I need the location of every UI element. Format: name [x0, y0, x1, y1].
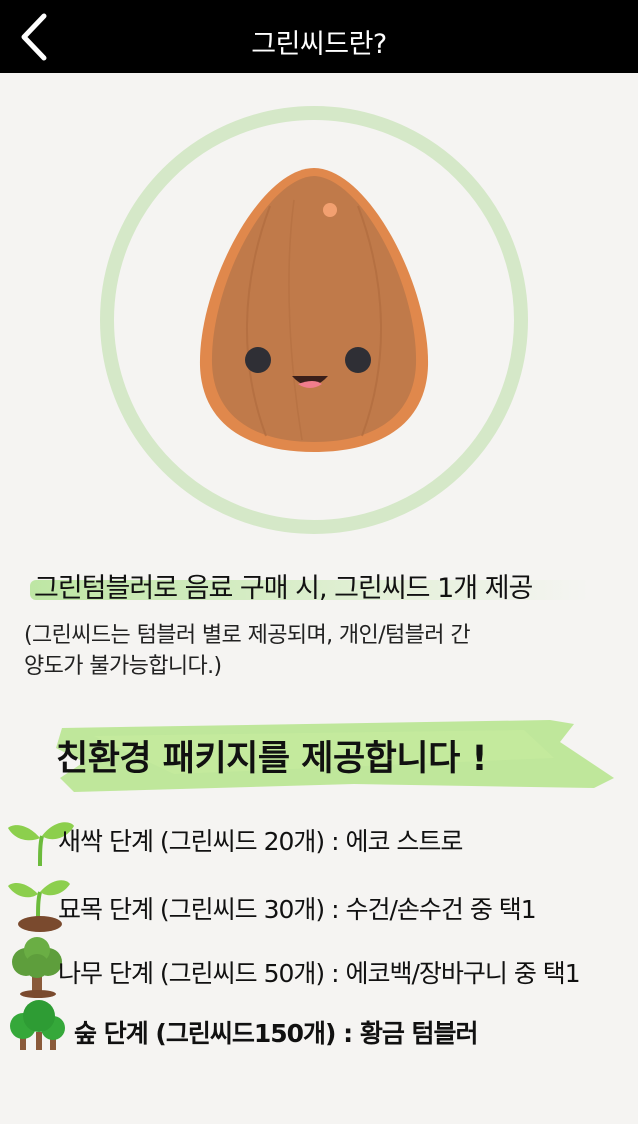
seed-illustration — [90, 96, 538, 544]
tier-label: 숲 단계 (그린씨드150개) : 황금 텀블러 — [74, 1019, 479, 1048]
page-title: 그린씨드란? — [251, 29, 387, 60]
forest-icon — [10, 1000, 65, 1050]
subtext-line: (그린씨드는 텀블러 별로 제공되며, 개인/텀블러 간 — [24, 623, 471, 648]
app-header: 그린씨드란? — [0, 0, 638, 73]
list-item: 새싹 단계 (그린씨드 20개) : 에코 스트로 — [0, 808, 638, 872]
package-section: 친환경 패키지를 제공합니다 ! — [28, 712, 628, 802]
headline-section: 그린텀블러로 음료 구매 시, 그린씨드 1개 제공 — [22, 566, 590, 605]
subtext: (그린씨드는 텀블러 별로 제공되며, 개인/텀블러 간 양도가 불가능합니다.… — [24, 620, 584, 682]
tier-label: 묘목 단계 (그린씨드 30개) : 수건/손수건 중 택1 — [58, 895, 537, 924]
tier-label: 나무 단계 (그린씨드 50개) : 에코백/장바구니 중 택1 — [58, 959, 581, 988]
subtext-line: 양도가 불가능합니다.) — [24, 654, 222, 679]
tier-label: 새싹 단계 (그린씨드 20개) : 에코 스트로 — [58, 827, 463, 856]
list-item: 나무 단계 (그린씨드 50개) : 에코백/장바구니 중 택1 — [0, 936, 638, 1000]
package-title: 친환경 패키지를 제공합니다 ! — [56, 739, 487, 779]
list-item: 숲 단계 (그린씨드150개) : 황금 텀블러 — [0, 996, 638, 1060]
headline-text: 그린텀블러로 음료 구매 시, 그린씨드 1개 제공 — [34, 573, 533, 604]
list-item: 묘목 단계 (그린씨드 30개) : 수건/손수건 중 택1 — [0, 872, 638, 936]
